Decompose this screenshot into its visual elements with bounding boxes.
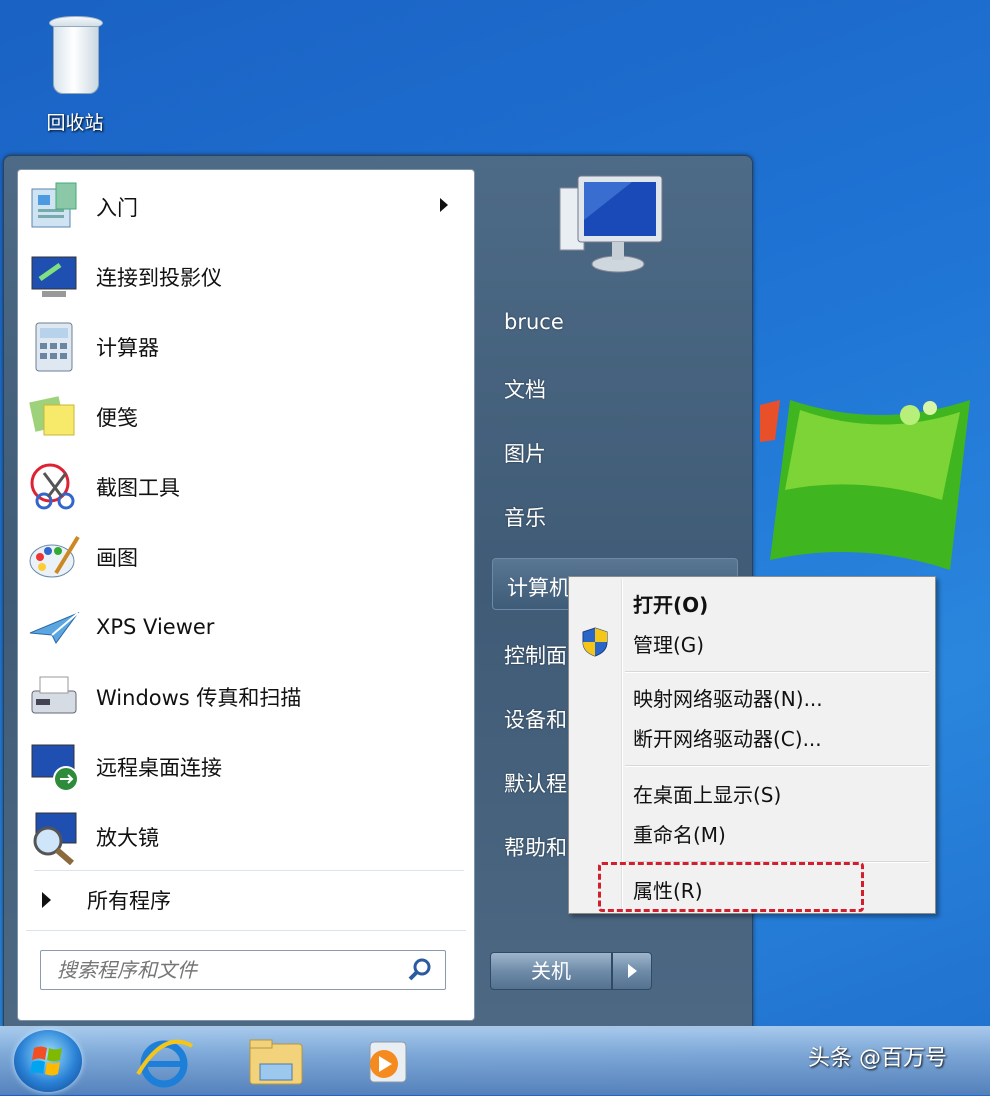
divider	[26, 930, 466, 931]
default-programs-link[interactable]: 默认程	[504, 768, 567, 798]
highlight-annotation-box	[598, 862, 864, 912]
devices-printers-link[interactable]: 设备和	[504, 704, 567, 734]
pictures-link[interactable]: 图片	[504, 438, 546, 468]
magnifier-icon	[26, 809, 82, 866]
expand-arrow-icon	[42, 892, 51, 908]
program-sticky-notes[interactable]: 便笺	[26, 386, 466, 448]
windows-flag-icon	[30, 1046, 62, 1076]
divider	[34, 870, 464, 871]
documents-link[interactable]: 文档	[504, 374, 546, 404]
projector-icon	[26, 249, 82, 305]
program-remote-desktop[interactable]: 远程桌面连接	[26, 736, 466, 798]
menu-item-disconnect-network-drive[interactable]: 断开网络驱动器(C)...	[633, 723, 822, 752]
program-xps-viewer[interactable]: XPS Viewer	[26, 596, 466, 658]
recycle-bin-label: 回收站	[46, 112, 104, 134]
program-label: Windows 传真和扫描	[96, 686, 302, 710]
menu-item-show-on-desktop[interactable]: 在桌面上显示(S)	[633, 779, 781, 808]
uac-shield-icon	[582, 627, 608, 657]
menu-item-map-network-drive[interactable]: 映射网络驱动器(N)...	[633, 683, 823, 712]
program-connect-projector[interactable]: 连接到投影仪	[26, 246, 466, 308]
menu-item-rename[interactable]: 重命名(M)	[633, 819, 726, 848]
watermark-text: 头条 @百万号	[808, 1046, 947, 1071]
menu-separator	[625, 765, 929, 767]
menu-item-open[interactable]: 打开(O)	[633, 589, 708, 618]
search-icon[interactable]	[407, 957, 433, 983]
program-label: 画图	[96, 546, 138, 570]
sticky-notes-icon	[26, 389, 82, 445]
chevron-right-icon	[628, 964, 637, 978]
user-name-link[interactable]: bruce	[504, 310, 564, 334]
paint-icon	[26, 529, 82, 585]
calculator-icon	[26, 319, 82, 375]
program-getting-started[interactable]: 入门	[26, 176, 466, 238]
recycle-bin-icon	[47, 16, 103, 94]
shutdown-button[interactable]: 关机	[490, 952, 612, 990]
program-label: 截图工具	[96, 476, 180, 500]
control-panel-link[interactable]: 控制面	[504, 640, 567, 670]
windows-explorer-icon[interactable]	[244, 1034, 308, 1090]
help-support-link[interactable]: 帮助和	[504, 832, 567, 862]
start-menu-programs-pane: 入门 连接到投影仪 计算器 便笺 截图工具 画图 XPS Viewer Wind…	[17, 169, 475, 1021]
search-input[interactable]	[41, 951, 399, 989]
program-label: 入门	[96, 196, 138, 220]
getting-started-icon	[26, 179, 82, 235]
program-label: 连接到投影仪	[96, 266, 222, 290]
program-snipping-tool[interactable]: 截图工具	[26, 456, 466, 518]
program-paint[interactable]: 画图	[26, 526, 466, 588]
program-label: 计算器	[96, 336, 159, 360]
program-label: 便笺	[96, 406, 138, 430]
all-programs-button[interactable]: 所有程序	[34, 882, 464, 918]
remote-desktop-icon	[26, 739, 82, 795]
all-programs-label: 所有程序	[87, 889, 171, 913]
shutdown-options-button[interactable]	[612, 952, 652, 990]
fax-scan-icon	[26, 669, 82, 725]
start-search-box[interactable]	[40, 950, 446, 990]
menu-gutter	[621, 579, 623, 909]
program-magnifier[interactable]: 放大镜	[26, 806, 466, 868]
program-label: 远程桌面连接	[96, 756, 222, 780]
user-picture-computer-icon[interactable]	[552, 168, 672, 278]
menu-item-manage[interactable]: 管理(G)	[633, 629, 704, 658]
media-player-icon[interactable]	[354, 1034, 418, 1090]
recycle-bin-shortcut[interactable]: 回收站	[30, 10, 120, 140]
program-fax-scan[interactable]: Windows 传真和扫描	[26, 666, 466, 728]
program-label: 放大镜	[96, 826, 159, 850]
program-label: XPS Viewer	[96, 615, 215, 639]
music-link[interactable]: 音乐	[504, 502, 546, 532]
submenu-arrow-icon	[440, 198, 448, 212]
menu-separator	[625, 671, 929, 673]
start-button[interactable]	[14, 1030, 82, 1092]
xps-viewer-icon	[26, 599, 82, 655]
internet-explorer-icon[interactable]	[132, 1034, 196, 1090]
snipping-tool-icon	[26, 459, 82, 515]
program-calculator[interactable]: 计算器	[26, 316, 466, 378]
computer-label: 计算机	[507, 576, 570, 600]
